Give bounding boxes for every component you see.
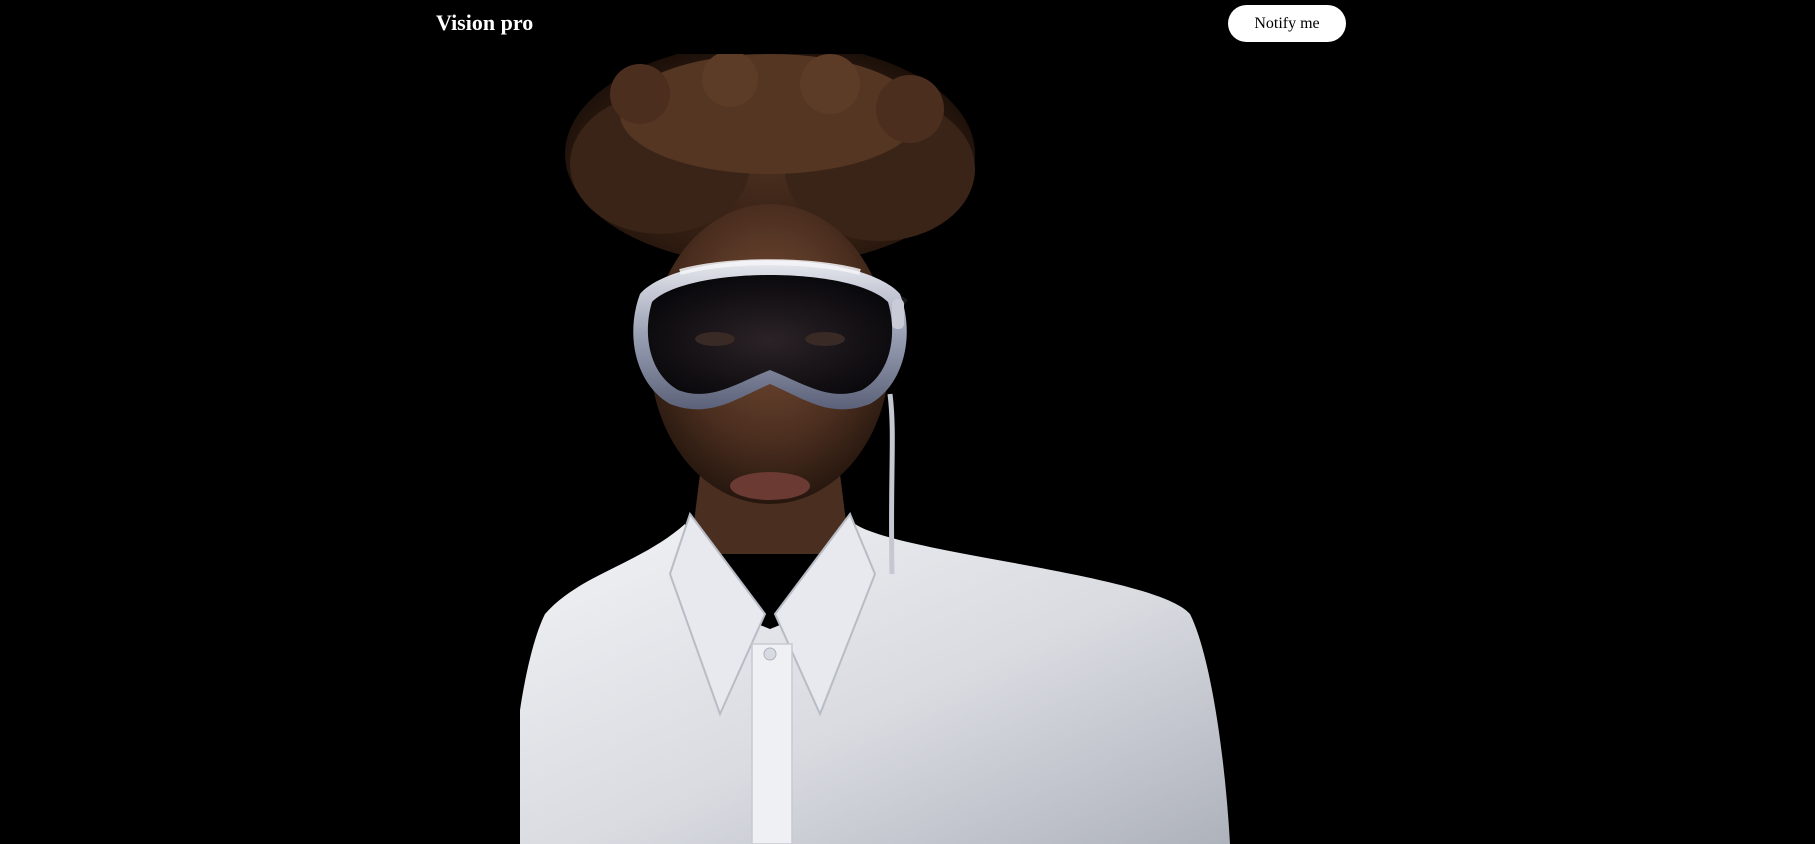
right-eye-reflection: [805, 332, 845, 346]
notify-me-button[interactable]: Notify me: [1228, 5, 1346, 42]
headset-portrait-illustration: [520, 54, 1230, 844]
brand-title[interactable]: Vision pro: [436, 8, 533, 38]
lips-shape: [730, 472, 810, 500]
top-nav: Vision pro Notify me: [0, 0, 1815, 46]
shirt-placket: [751, 643, 793, 844]
left-eye-reflection: [695, 332, 735, 346]
shirt-button: [763, 647, 777, 661]
headset-cable: [887, 393, 895, 575]
headset-knob: [892, 299, 904, 329]
hero-image: [520, 54, 1270, 844]
